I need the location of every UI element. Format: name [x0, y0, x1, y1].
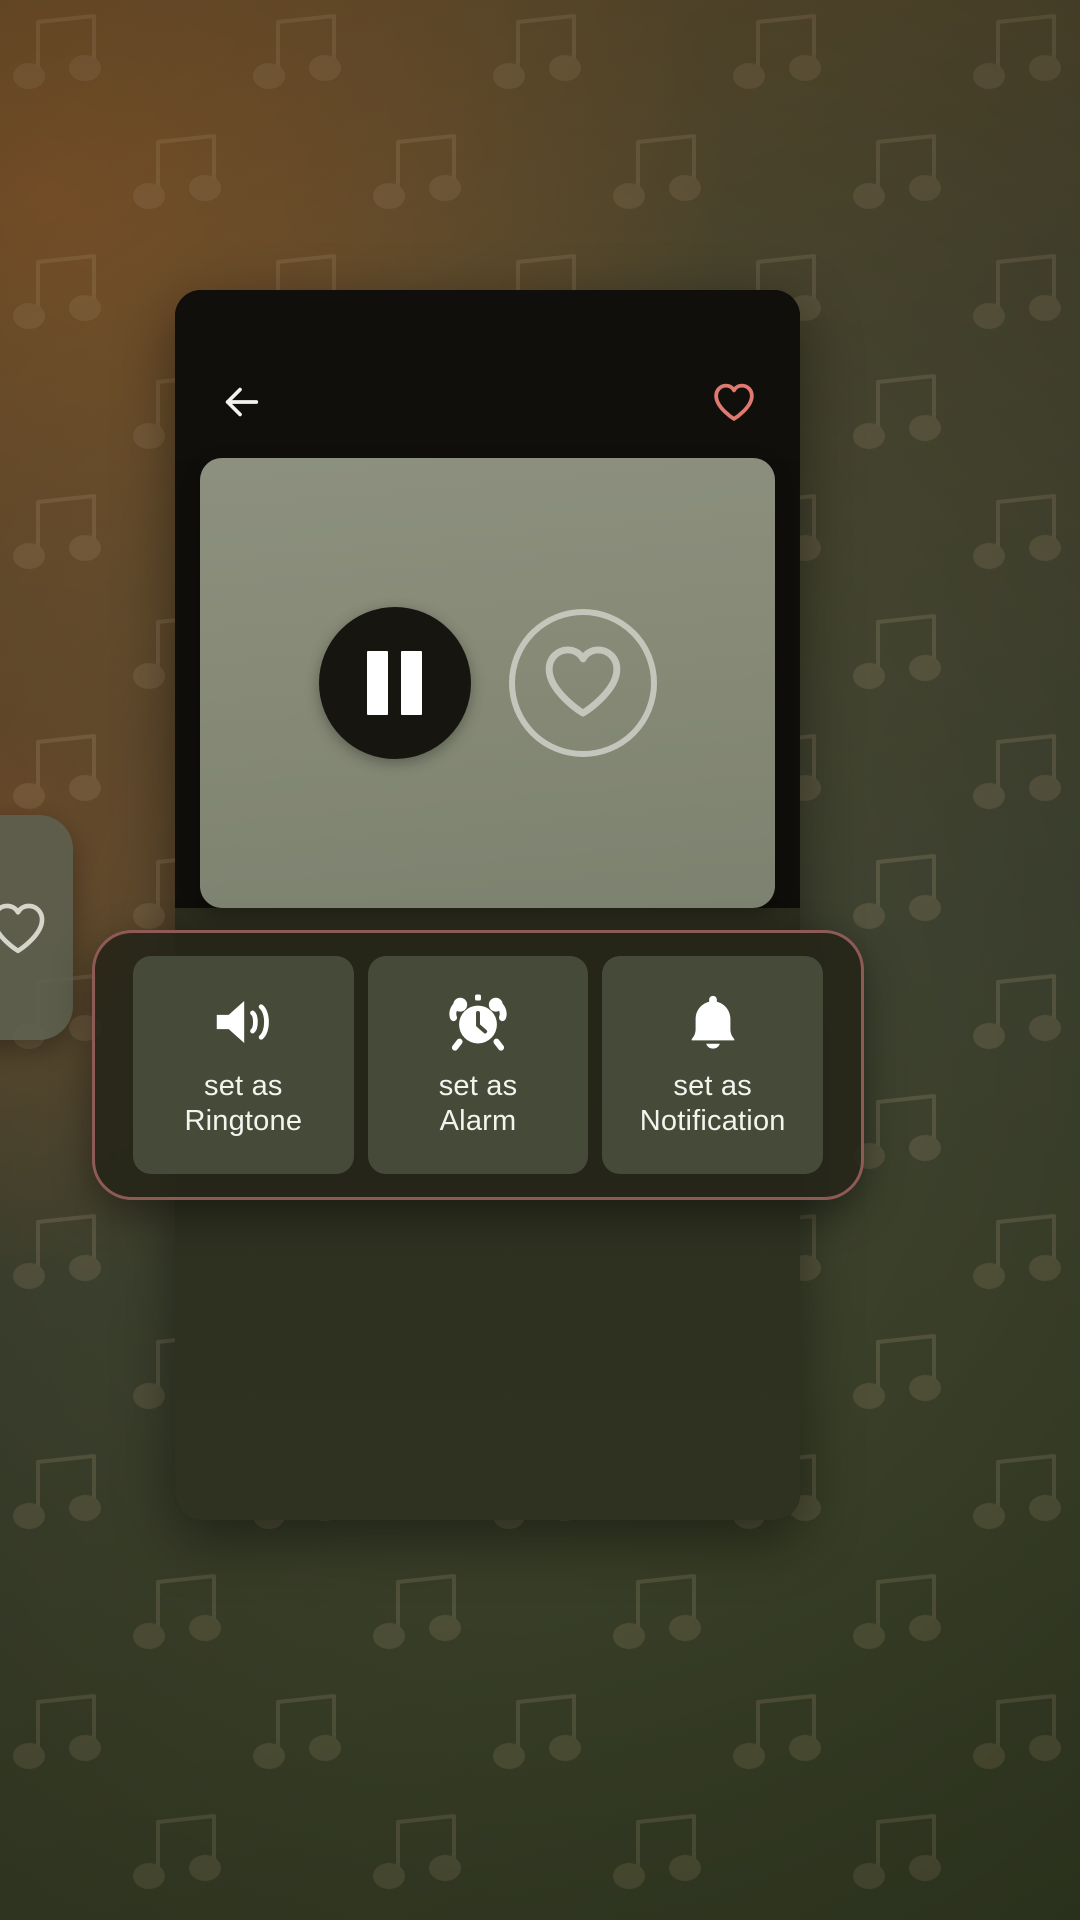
bell-icon	[686, 991, 740, 1053]
set-as-alarm-button[interactable]: set as Alarm	[367, 956, 589, 1174]
pause-bar-right	[401, 651, 422, 715]
favorite-button-artwork[interactable]	[508, 609, 657, 757]
heart-outline-icon	[541, 643, 625, 724]
set-as-actions-panel: set as Ringtone set as Alarm set as Noti…	[92, 930, 864, 1200]
pause-icon	[367, 651, 422, 715]
play-pause-button[interactable]	[318, 607, 471, 759]
arrow-left-icon	[218, 379, 264, 430]
favorite-button-topbar[interactable]	[706, 376, 762, 432]
album-artwork	[200, 458, 775, 908]
player-sheet	[175, 290, 800, 1520]
peek-card-left[interactable]	[0, 815, 73, 1040]
set-as-notification-label: set as Notification	[639, 1069, 786, 1137]
volume-up-icon	[212, 991, 274, 1053]
set-as-notification-button[interactable]: set as Notification	[602, 956, 824, 1174]
heart-outline-icon	[712, 382, 756, 427]
back-button[interactable]	[213, 376, 269, 432]
screen-root: set as Ringtone set as Alarm set as Noti…	[0, 0, 1080, 1920]
set-as-ringtone-button[interactable]: set as Ringtone	[133, 956, 354, 1174]
alarm-clock-icon	[448, 991, 508, 1053]
set-as-alarm-label: set as Alarm	[438, 1069, 518, 1137]
set-as-ringtone-label: set as Ringtone	[184, 1069, 303, 1137]
heart-outline-icon	[0, 897, 49, 959]
player-topbar	[175, 290, 800, 460]
pause-bar-left	[367, 651, 388, 715]
